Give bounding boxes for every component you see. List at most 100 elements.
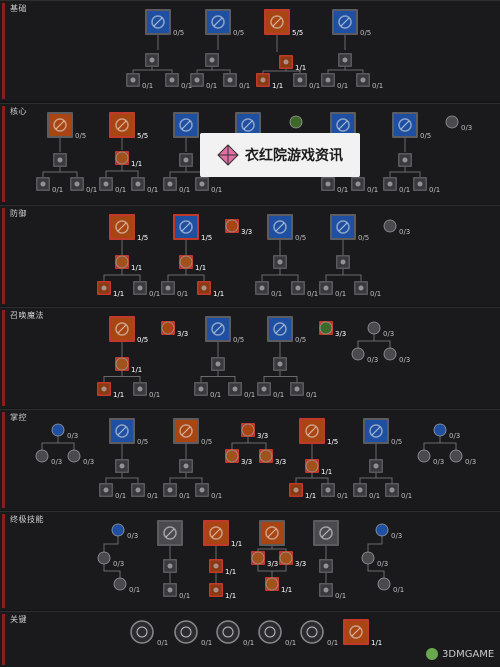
core-upgrade-2b[interactable] bbox=[99, 177, 113, 191]
summon-skill-1[interactable] bbox=[109, 316, 135, 342]
ultimate-skill-4[interactable] bbox=[259, 520, 285, 546]
mastery-upgrade-1b[interactable] bbox=[67, 449, 81, 463]
core-upgrade-3c[interactable] bbox=[195, 177, 209, 191]
mastery-upgrade-3c[interactable] bbox=[195, 483, 209, 497]
basic-upgrade-1b[interactable] bbox=[126, 73, 140, 87]
summon-skill-2[interactable] bbox=[161, 321, 175, 335]
summon-skill-5[interactable] bbox=[319, 321, 333, 335]
defense-upgrade-5a[interactable] bbox=[336, 255, 350, 269]
key-passive-5[interactable] bbox=[300, 620, 324, 644]
core-upgrade-1b[interactable] bbox=[36, 177, 50, 191]
mastery-upgrade-1a[interactable] bbox=[35, 449, 49, 463]
mastery-upgrade-4a[interactable] bbox=[225, 449, 239, 463]
core-upgrade-7a[interactable] bbox=[398, 153, 412, 167]
core-skill-8[interactable] bbox=[445, 115, 459, 129]
mastery-upgrade-3b[interactable] bbox=[163, 483, 177, 497]
basic-upgrade-3a[interactable] bbox=[279, 55, 293, 69]
ultimate-upgrade-1a[interactable] bbox=[97, 551, 111, 565]
basic-upgrade-2c[interactable] bbox=[223, 73, 237, 87]
defense-upgrade-1c[interactable] bbox=[133, 281, 147, 295]
summon-upgrade-1a[interactable] bbox=[115, 357, 129, 371]
mastery-upgrade-6a[interactable] bbox=[369, 459, 383, 473]
ultimate-upgrade-1b[interactable] bbox=[113, 577, 127, 591]
core-upgrade-7b[interactable] bbox=[383, 177, 397, 191]
defense-upgrade-4c[interactable] bbox=[291, 281, 305, 295]
defense-upgrade-2c[interactable] bbox=[197, 281, 211, 295]
core-skill-5[interactable] bbox=[289, 115, 303, 129]
basic-upgrade-3b[interactable] bbox=[256, 73, 270, 87]
basic-upgrade-4c[interactable] bbox=[356, 73, 370, 87]
basic-upgrade-4a[interactable] bbox=[338, 53, 352, 67]
mastery-skill-5[interactable] bbox=[299, 418, 325, 444]
defense-upgrade-2b[interactable] bbox=[161, 281, 175, 295]
ultimate-upgrade-4c[interactable] bbox=[265, 577, 279, 591]
core-upgrade-3a[interactable] bbox=[179, 153, 193, 167]
defense-skill-2[interactable] bbox=[173, 214, 199, 240]
defense-upgrade-1b[interactable] bbox=[97, 281, 111, 295]
summon-upgrade-1b[interactable] bbox=[97, 382, 111, 396]
core-skill-2[interactable] bbox=[109, 112, 135, 138]
basic-upgrade-2b[interactable] bbox=[190, 73, 204, 87]
core-upgrade-1c[interactable] bbox=[70, 177, 84, 191]
basic-skill-3[interactable] bbox=[264, 9, 290, 35]
ultimate-skill-1[interactable] bbox=[111, 523, 125, 537]
ultimate-upgrade-6b[interactable] bbox=[377, 577, 391, 591]
ultimate-upgrade-5a[interactable] bbox=[319, 559, 333, 573]
summon-upgrade-3b[interactable] bbox=[194, 382, 208, 396]
mastery-upgrade-5c[interactable] bbox=[321, 483, 335, 497]
ultimate-upgrade-3a[interactable] bbox=[209, 559, 223, 573]
defense-upgrade-4a[interactable] bbox=[273, 255, 287, 269]
mastery-upgrade-6c[interactable] bbox=[385, 483, 399, 497]
key-passive-4[interactable] bbox=[258, 620, 282, 644]
summon-upgrade-4a[interactable] bbox=[273, 357, 287, 371]
ultimate-upgrade-2a[interactable] bbox=[163, 559, 177, 573]
core-upgrade-6b[interactable] bbox=[321, 177, 335, 191]
summon-upgrade-4c[interactable] bbox=[290, 382, 304, 396]
summon-skill-4[interactable] bbox=[267, 316, 293, 342]
mastery-upgrade-3a[interactable] bbox=[179, 459, 193, 473]
key-passive-6[interactable] bbox=[343, 619, 369, 645]
mastery-skill-1[interactable] bbox=[51, 423, 65, 437]
basic-upgrade-1a[interactable] bbox=[145, 53, 159, 67]
ultimate-upgrade-4a[interactable] bbox=[251, 551, 265, 565]
mastery-skill-3[interactable] bbox=[173, 418, 199, 444]
mastery-upgrade-6b[interactable] bbox=[353, 483, 367, 497]
defense-upgrade-5c[interactable] bbox=[354, 281, 368, 295]
defense-skill-4[interactable] bbox=[267, 214, 293, 240]
key-passive-3[interactable] bbox=[216, 620, 240, 644]
core-upgrade-6c[interactable] bbox=[351, 177, 365, 191]
summon-skill-3[interactable] bbox=[205, 316, 231, 342]
core-skill-7[interactable] bbox=[392, 112, 418, 138]
core-skill-1[interactable] bbox=[47, 112, 73, 138]
ultimate-skill-5[interactable] bbox=[313, 520, 339, 546]
basic-upgrade-3c[interactable] bbox=[293, 73, 307, 87]
core-upgrade-3b[interactable] bbox=[163, 177, 177, 191]
summon-upgrade-6a[interactable] bbox=[351, 347, 365, 361]
basic-upgrade-1c[interactable] bbox=[165, 73, 179, 87]
key-passive-1[interactable] bbox=[130, 620, 154, 644]
defense-skill-3[interactable] bbox=[225, 219, 239, 233]
mastery-upgrade-2b[interactable] bbox=[99, 483, 113, 497]
mastery-skill-7[interactable] bbox=[433, 423, 447, 437]
ultimate-skill-6[interactable] bbox=[375, 523, 389, 537]
mastery-upgrade-2c[interactable] bbox=[131, 483, 145, 497]
summon-upgrade-3a[interactable] bbox=[211, 357, 225, 371]
ultimate-upgrade-5b[interactable] bbox=[319, 583, 333, 597]
mastery-upgrade-4b[interactable] bbox=[259, 449, 273, 463]
mastery-upgrade-2a[interactable] bbox=[115, 459, 129, 473]
core-skill-3[interactable] bbox=[173, 112, 199, 138]
mastery-upgrade-5a[interactable] bbox=[305, 459, 319, 473]
mastery-upgrade-7b[interactable] bbox=[449, 449, 463, 463]
summon-skill-6[interactable] bbox=[367, 321, 381, 335]
mastery-skill-2[interactable] bbox=[109, 418, 135, 444]
mastery-upgrade-5b[interactable] bbox=[289, 483, 303, 497]
defense-upgrade-4b[interactable] bbox=[255, 281, 269, 295]
core-upgrade-2a[interactable] bbox=[115, 151, 129, 165]
ultimate-upgrade-3b[interactable] bbox=[209, 583, 223, 597]
summon-upgrade-3c[interactable] bbox=[228, 382, 242, 396]
key-passive-2[interactable] bbox=[174, 620, 198, 644]
defense-upgrade-2a[interactable] bbox=[179, 255, 193, 269]
ultimate-upgrade-2b[interactable] bbox=[163, 583, 177, 597]
basic-skill-4[interactable] bbox=[332, 9, 358, 35]
ultimate-skill-2[interactable] bbox=[157, 520, 183, 546]
